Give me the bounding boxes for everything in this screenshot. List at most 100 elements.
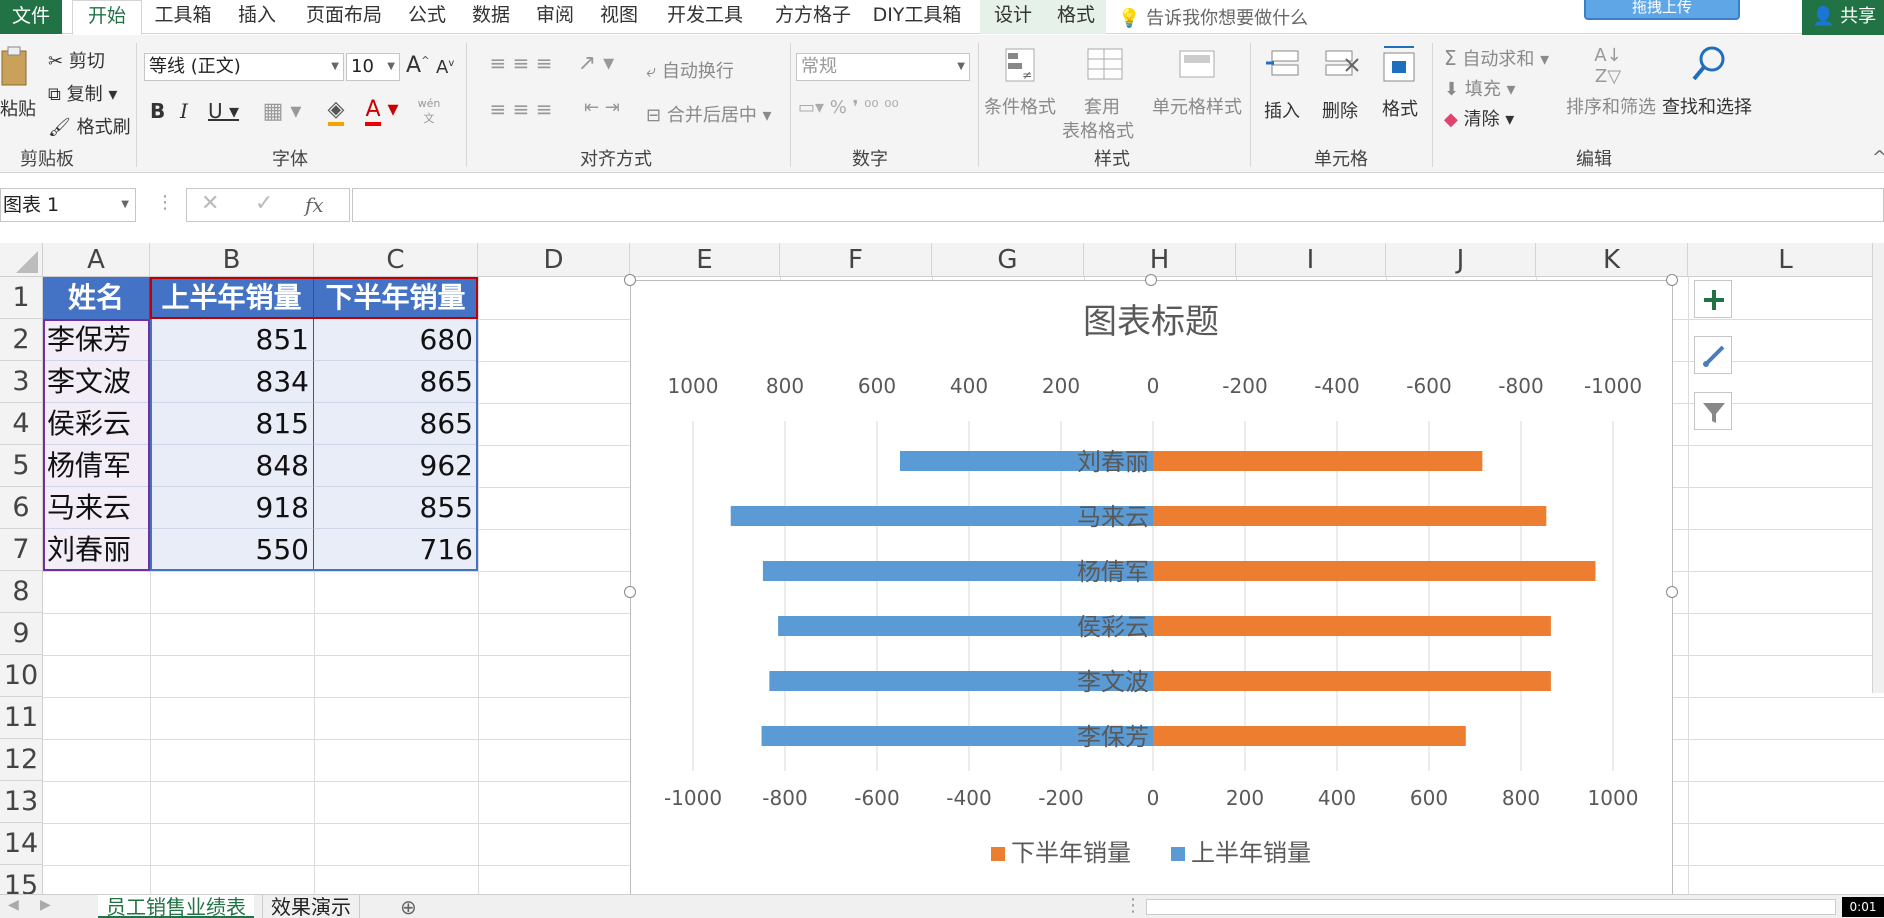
format-cells-button[interactable]: 格式 xyxy=(1382,95,1418,121)
format-as-table-button-line2[interactable]: 表格格式 xyxy=(1062,117,1134,143)
number-format-select[interactable]: 常规 ▼ xyxy=(796,53,970,81)
tab-diy-toolbox[interactable]: DIY工具箱 xyxy=(872,0,962,34)
chart[interactable]: 图表标题 1000 800 600 400 200 0 -200 -400 -600 -800 -10… xyxy=(630,280,1673,900)
table-cell[interactable]: 杨倩军 xyxy=(43,445,150,487)
table-cell[interactable]: 李文波 xyxy=(43,361,150,403)
sheet-tab-sales[interactable]: 员工销售业绩表 xyxy=(98,895,254,918)
table-header-cell[interactable]: 上半年销量 xyxy=(150,277,314,319)
table-cell[interactable]: 865 xyxy=(314,403,478,445)
column-header[interactable]: B xyxy=(150,243,314,277)
row-header[interactable]: 2 xyxy=(0,319,43,361)
tell-me-box[interactable]: 💡 告诉我你想要做什么 xyxy=(1118,4,1308,30)
underline-button[interactable]: U ▾ xyxy=(208,99,239,123)
table-cell[interactable]: 侯彩云 xyxy=(43,403,150,445)
table-cell[interactable]: 851 xyxy=(150,319,314,361)
prev-sheet-icon[interactable]: ◀ xyxy=(8,897,19,913)
bold-button[interactable]: B xyxy=(150,99,165,123)
table-cell[interactable]: 918 xyxy=(150,487,314,529)
column-header[interactable]: G xyxy=(932,243,1084,277)
row-header[interactable]: 4 xyxy=(0,403,43,445)
fill-button[interactable]: ⬇ 填充 ▾ xyxy=(1444,75,1516,101)
column-header[interactable]: C xyxy=(314,243,478,277)
vertical-scrollbar[interactable] xyxy=(1872,243,1884,693)
add-sheet-icon[interactable]: ⊕ xyxy=(400,895,417,918)
resize-handle[interactable] xyxy=(624,274,636,286)
tab-data[interactable]: 数据 xyxy=(468,0,514,34)
row-header[interactable]: 13 xyxy=(0,781,43,823)
cut-button[interactable]: ✂ 剪切 xyxy=(48,47,105,73)
row-header[interactable]: 7 xyxy=(0,529,43,571)
table-cell[interactable]: 716 xyxy=(314,529,478,571)
collapse-ribbon-icon[interactable]: ^ xyxy=(1872,147,1884,168)
enter-icon[interactable]: ✓ xyxy=(255,191,273,216)
tab-chart-design[interactable]: 设计 xyxy=(980,0,1046,34)
row-header[interactable]: 14 xyxy=(0,823,43,865)
orientation-icon[interactable]: ↗ ▾ xyxy=(576,51,616,76)
format-painter-button[interactable]: 🖌 格式刷 xyxy=(48,113,131,139)
table-cell[interactable]: 962 xyxy=(314,445,478,487)
tab-home[interactable]: 开始 xyxy=(72,0,142,35)
insert-cells-button[interactable]: 插入 xyxy=(1264,97,1300,123)
tab-toolbox[interactable]: 工具箱 xyxy=(150,0,216,34)
row-header[interactable]: 6 xyxy=(0,487,43,529)
column-header[interactable]: K xyxy=(1536,243,1688,277)
wrap-text-button[interactable]: ⤶ 自动换行 xyxy=(646,57,734,83)
table-cell[interactable]: 李保芳 xyxy=(43,319,150,361)
table-cell[interactable]: 834 xyxy=(150,361,314,403)
chart-elements-button[interactable] xyxy=(1694,280,1732,318)
fill-color-icon[interactable]: ◈ xyxy=(318,97,354,126)
column-header[interactable]: E xyxy=(630,243,780,277)
merge-center-button[interactable]: ⊟ 合并后居中 ▾ xyxy=(646,101,772,127)
tab-fangfang[interactable]: 方方格子 xyxy=(768,0,858,34)
next-sheet-icon[interactable]: ▶ xyxy=(40,897,51,913)
insert-function-button[interactable]: fx xyxy=(305,193,324,217)
font-color-icon[interactable]: A ▾ xyxy=(362,97,402,126)
tab-page-layout[interactable]: 页面布局 xyxy=(302,0,386,34)
font-size-select[interactable]: 10 ▼ xyxy=(346,53,400,81)
row-header[interactable]: 12 xyxy=(0,739,43,781)
autosum-button[interactable]: Σ 自动求和 ▾ xyxy=(1444,45,1549,71)
vertical-align-icons[interactable]: ≡ ≡ ≡ xyxy=(476,51,566,75)
chart-styles-button[interactable] xyxy=(1694,336,1732,374)
table-cell[interactable]: 855 xyxy=(314,487,478,529)
table-cell[interactable]: 848 xyxy=(150,445,314,487)
find-select-button[interactable]: 查找和选择 xyxy=(1662,93,1752,119)
number-format-icons[interactable]: ▭▾ % ❜ ⁰⁰ ⁰⁰ xyxy=(798,97,968,118)
sheet-tab-demo[interactable]: 效果演示 xyxy=(262,895,360,918)
horizontal-scrollbar[interactable] xyxy=(1146,899,1836,915)
tab-chart-format[interactable]: 格式 xyxy=(1046,0,1106,34)
select-all-corner[interactable] xyxy=(0,243,43,277)
row-header[interactable]: 9 xyxy=(0,613,43,655)
table-header-cell[interactable]: 姓名 xyxy=(43,277,150,319)
upload-button[interactable]: 拖拽上传 xyxy=(1584,0,1740,20)
indent-icons[interactable]: ⇤ ⇥ xyxy=(574,97,630,118)
conditional-format-button[interactable]: 条件格式 xyxy=(984,93,1056,119)
table-cell[interactable]: 550 xyxy=(150,529,314,571)
resize-handle[interactable] xyxy=(1666,274,1678,286)
name-box[interactable]: 图表 1 ▼ xyxy=(0,188,136,222)
format-as-table-button-line1[interactable]: 套用 xyxy=(1084,93,1120,119)
table-cell[interactable]: 马来云 xyxy=(43,487,150,529)
sort-filter-button[interactable]: 排序和筛选 xyxy=(1566,93,1656,119)
table-cell[interactable]: 680 xyxy=(314,319,478,361)
row-header[interactable]: 10 xyxy=(0,655,43,697)
cell-styles-button[interactable]: 单元格样式 xyxy=(1152,93,1242,119)
resize-handle[interactable] xyxy=(624,586,636,598)
column-header[interactable]: J xyxy=(1386,243,1536,277)
paste-button[interactable]: 粘贴 xyxy=(0,95,36,121)
file-tab[interactable]: 文件 xyxy=(0,0,62,34)
column-header[interactable]: L xyxy=(1688,243,1884,277)
italic-button[interactable]: I xyxy=(180,99,188,123)
tab-review[interactable]: 审阅 xyxy=(532,0,578,34)
row-header[interactable]: 1 xyxy=(0,277,43,319)
shrink-font-button[interactable]: Av xyxy=(436,57,454,78)
chart-filters-button[interactable] xyxy=(1694,392,1732,430)
tab-insert[interactable]: 插入 xyxy=(234,0,280,34)
row-header[interactable]: 11 xyxy=(0,697,43,739)
copy-button[interactable]: ⧉ 复制 ▾ xyxy=(48,80,117,106)
clear-button[interactable]: ◆ 清除 ▾ xyxy=(1444,105,1514,131)
grow-font-button[interactable]: A^ xyxy=(406,53,429,78)
column-header[interactable]: D xyxy=(478,243,630,277)
border-icon[interactable]: ▦ ▾ xyxy=(262,99,302,124)
phonetic-icon[interactable]: wén 文 xyxy=(414,97,444,126)
